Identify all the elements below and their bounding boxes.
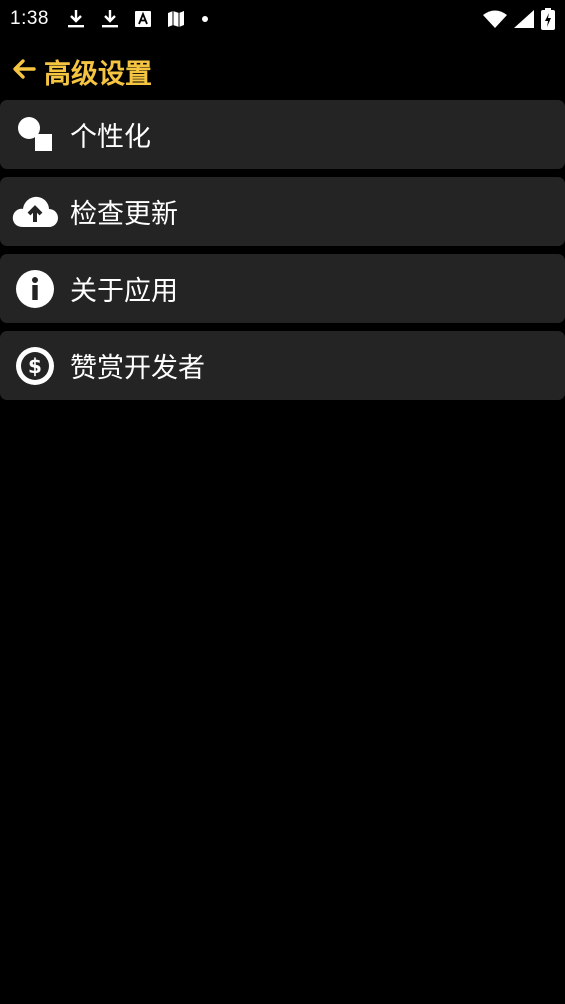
back-button[interactable] <box>12 56 38 86</box>
app-header: 高级设置 <box>0 50 565 92</box>
download-icon <box>67 9 85 29</box>
cloud-upload-icon <box>0 177 70 246</box>
menu-item-about[interactable]: 关于应用 <box>0 254 565 323</box>
wifi-icon <box>483 10 507 28</box>
menu-item-label: 赞赏开发者 <box>70 353 205 384</box>
menu-item-label: 关于应用 <box>70 276 178 307</box>
menu-item-label: 检查更新 <box>70 199 178 230</box>
info-icon <box>0 254 70 323</box>
map-icon <box>167 11 185 27</box>
font-a-icon <box>134 11 151 27</box>
system-icons <box>476 8 555 30</box>
dollar-coin-icon: $ <box>0 331 70 400</box>
status-bar: 1:38 <box>0 0 565 38</box>
cell-signal-icon <box>514 10 534 28</box>
status-time: 1:38 <box>10 8 49 29</box>
menu-item-donate[interactable]: $ 赞赏开发者 <box>0 331 565 400</box>
menu-item-check-update[interactable]: 检查更新 <box>0 177 565 246</box>
notification-icons <box>67 9 225 29</box>
shapes-icon <box>0 100 70 169</box>
menu-item-personalize[interactable]: 个性化 <box>0 100 565 169</box>
page-title: 高级设置 <box>44 58 152 90</box>
arrow-left-icon <box>12 58 36 84</box>
battery-charging-icon <box>541 8 555 30</box>
settings-menu: 个性化 检查更新 关于应用 $ 赞赏开发者 <box>0 100 565 408</box>
svg-text:$: $ <box>28 354 42 378</box>
menu-item-label: 个性化 <box>70 122 151 153</box>
download-icon <box>101 9 119 29</box>
dot-icon <box>201 15 209 23</box>
